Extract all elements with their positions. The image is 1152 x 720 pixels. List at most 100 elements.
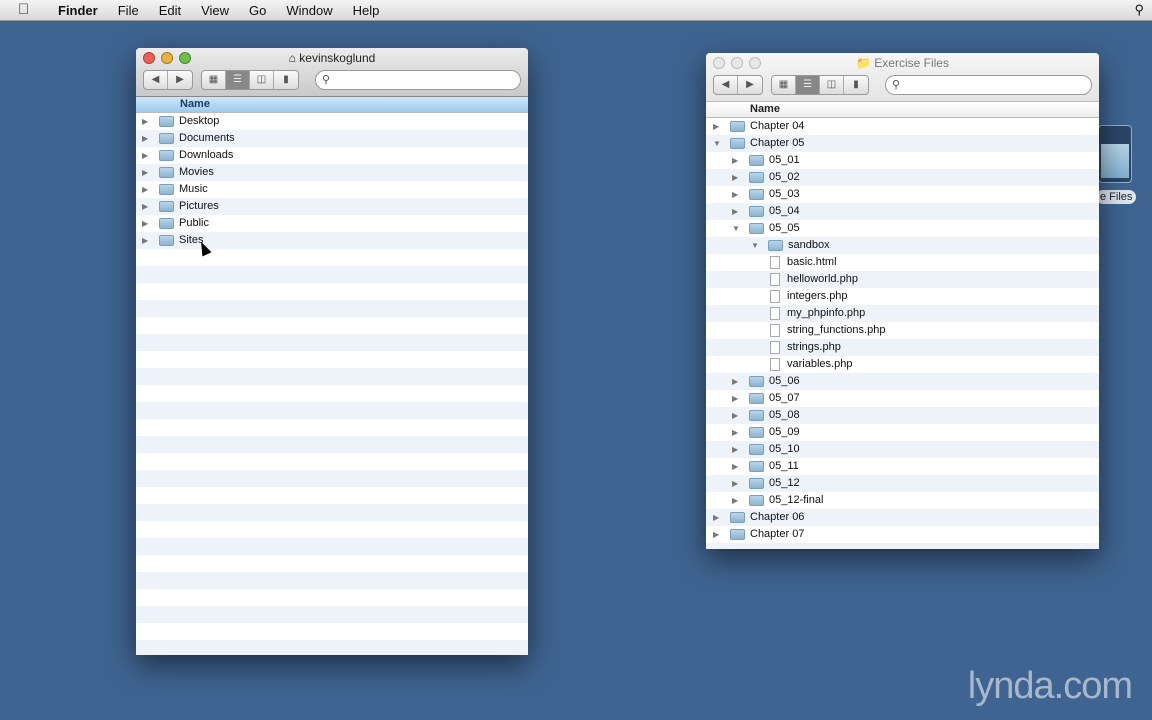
folder-icon xyxy=(749,206,764,217)
item-name: 05_06 xyxy=(769,375,800,387)
list-view-button[interactable]: ☰ xyxy=(226,71,250,89)
list-item[interactable]: ▼ 05_05 xyxy=(706,220,1099,237)
list-item[interactable]: ▶ Pictures xyxy=(136,198,528,215)
disclosure-collapsed-icon[interactable]: ▶ xyxy=(732,458,738,475)
column-header-name[interactable]: Name xyxy=(136,97,528,113)
list-item[interactable]: my_phpinfo.php xyxy=(706,305,1099,322)
disclosure-collapsed-icon[interactable]: ▶ xyxy=(732,441,738,458)
disclosure-collapsed-icon[interactable]: ▶ xyxy=(142,130,148,147)
list-item[interactable]: ▶ 05_09 xyxy=(706,424,1099,441)
disclosure-expanded-icon[interactable]: ▼ xyxy=(751,237,759,254)
list-item[interactable]: ▶ 05_11 xyxy=(706,458,1099,475)
list-item[interactable]: ▶ Music xyxy=(136,181,528,198)
title-bar[interactable]: 📁 Exercise Files ◀ ▶ ▦ ☰ ◫ ▮ ⚲ xyxy=(706,53,1099,102)
icon-view-button[interactable]: ▦ xyxy=(202,71,226,89)
disclosure-collapsed-icon[interactable]: ▶ xyxy=(142,147,148,164)
list-item[interactable]: strings.php xyxy=(706,339,1099,356)
disclosure-collapsed-icon[interactable]: ▶ xyxy=(732,152,738,169)
list-item[interactable]: ▶ Chapter 07 xyxy=(706,526,1099,543)
disclosure-collapsed-icon[interactable]: ▶ xyxy=(732,407,738,424)
disclosure-expanded-icon[interactable]: ▼ xyxy=(732,220,740,237)
disclosure-expanded-icon[interactable]: ▼ xyxy=(713,135,721,152)
list-item[interactable]: ▶ Public xyxy=(136,215,528,232)
list-item[interactable]: ▶ 05_10 xyxy=(706,441,1099,458)
disclosure-collapsed-icon[interactable]: ▶ xyxy=(732,492,738,509)
list-item[interactable]: ▶ 05_06 xyxy=(706,373,1099,390)
spotlight-search-icon[interactable]: ⚲ xyxy=(1134,2,1144,18)
list-item[interactable]: ▶ 05_07 xyxy=(706,390,1099,407)
list-item[interactable]: ▼ Chapter 05 xyxy=(706,135,1099,152)
item-name: Public xyxy=(179,217,209,229)
menu-go[interactable]: Go xyxy=(239,3,276,18)
title-bar[interactable]: ⌂ kevinskoglund ◀ ▶ ▦ ☰ ◫ ▮ ⚲ xyxy=(136,48,528,97)
disclosure-collapsed-icon[interactable]: ▶ xyxy=(732,186,738,203)
list-item[interactable]: ▶ 05_04 xyxy=(706,203,1099,220)
list-item[interactable]: ▶ 05_02 xyxy=(706,169,1099,186)
coverflow-view-button[interactable]: ▮ xyxy=(844,76,868,94)
desktop-folder-label[interactable]: e Files xyxy=(1096,190,1137,204)
list-item[interactable]: ▶ Downloads xyxy=(136,147,528,164)
back-button[interactable]: ◀ xyxy=(144,71,168,89)
php-file-icon xyxy=(770,290,780,303)
disclosure-collapsed-icon[interactable]: ▶ xyxy=(142,113,148,130)
item-name: variables.php xyxy=(787,358,853,370)
disclosure-collapsed-icon[interactable]: ▶ xyxy=(732,424,738,441)
list-item[interactable]: ▶ Chapter 04 xyxy=(706,118,1099,135)
list-item[interactable]: ▶ 05_01 xyxy=(706,152,1099,169)
list-item[interactable]: ▶ Movies xyxy=(136,164,528,181)
column-header-name[interactable]: Name xyxy=(706,102,1099,118)
column-view-button[interactable]: ◫ xyxy=(820,76,844,94)
folder-icon xyxy=(730,138,745,149)
column-view-button[interactable]: ◫ xyxy=(250,71,274,89)
desktop-folder-icon[interactable] xyxy=(1098,125,1132,183)
list-item[interactable]: ▶ Chapter 06 xyxy=(706,509,1099,526)
list-item[interactable]: integers.php xyxy=(706,288,1099,305)
disclosure-collapsed-icon[interactable]: ▶ xyxy=(732,169,738,186)
folder-icon xyxy=(730,529,745,540)
list-item[interactable]: ▶ 05_08 xyxy=(706,407,1099,424)
disclosure-collapsed-icon[interactable]: ▶ xyxy=(732,390,738,407)
list-item[interactable]: ▶ 05_03 xyxy=(706,186,1099,203)
back-button[interactable]: ◀ xyxy=(714,76,738,94)
disclosure-collapsed-icon[interactable]: ▶ xyxy=(732,475,738,492)
item-name: 05_04 xyxy=(769,205,800,217)
menu-file[interactable]: File xyxy=(108,3,149,18)
apple-menu-icon[interactable]:  xyxy=(18,2,34,18)
list-item[interactable]: ▶ 05_12-final xyxy=(706,492,1099,509)
disclosure-collapsed-icon[interactable]: ▶ xyxy=(142,232,148,249)
disclosure-collapsed-icon[interactable]: ▶ xyxy=(142,198,148,215)
disclosure-collapsed-icon[interactable]: ▶ xyxy=(713,509,719,526)
menu-finder[interactable]: Finder xyxy=(48,3,108,18)
icon-view-button[interactable]: ▦ xyxy=(772,76,796,94)
list-item[interactable]: ▶ 05_12 xyxy=(706,475,1099,492)
folder-icon xyxy=(159,235,174,246)
list-item[interactable]: string_functions.php xyxy=(706,322,1099,339)
coverflow-view-button[interactable]: ▮ xyxy=(274,71,298,89)
menu-view[interactable]: View xyxy=(191,3,239,18)
disclosure-collapsed-icon[interactable]: ▶ xyxy=(732,373,738,390)
folder-icon xyxy=(749,189,764,200)
disclosure-collapsed-icon[interactable]: ▶ xyxy=(732,203,738,220)
disclosure-collapsed-icon[interactable]: ▶ xyxy=(142,215,148,232)
menu-window[interactable]: Window xyxy=(276,3,342,18)
forward-button[interactable]: ▶ xyxy=(738,76,762,94)
menu-edit[interactable]: Edit xyxy=(149,3,191,18)
folder-icon xyxy=(159,133,174,144)
menu-help[interactable]: Help xyxy=(343,3,390,18)
list-item[interactable]: variables.php xyxy=(706,356,1099,373)
disclosure-collapsed-icon[interactable]: ▶ xyxy=(142,181,148,198)
disclosure-collapsed-icon[interactable]: ▶ xyxy=(142,164,148,181)
list-item[interactable]: ▶ Documents xyxy=(136,130,528,147)
disclosure-collapsed-icon[interactable]: ▶ xyxy=(713,118,719,135)
list-item[interactable]: helloworld.php xyxy=(706,271,1099,288)
list-item[interactable]: ▶ Desktop xyxy=(136,113,528,130)
forward-button[interactable]: ▶ xyxy=(168,71,192,89)
list-item[interactable]: ▼ sandbox xyxy=(706,237,1099,254)
disclosure-collapsed-icon[interactable]: ▶ xyxy=(713,526,719,543)
list-item[interactable]: basic.html xyxy=(706,254,1099,271)
search-input[interactable]: ⚲ xyxy=(315,70,521,90)
list-view-button[interactable]: ☰ xyxy=(796,76,820,94)
list-item[interactable]: ▶ Sites xyxy=(136,232,528,249)
search-input[interactable]: ⚲ xyxy=(885,75,1092,95)
item-name: 05_10 xyxy=(769,443,800,455)
